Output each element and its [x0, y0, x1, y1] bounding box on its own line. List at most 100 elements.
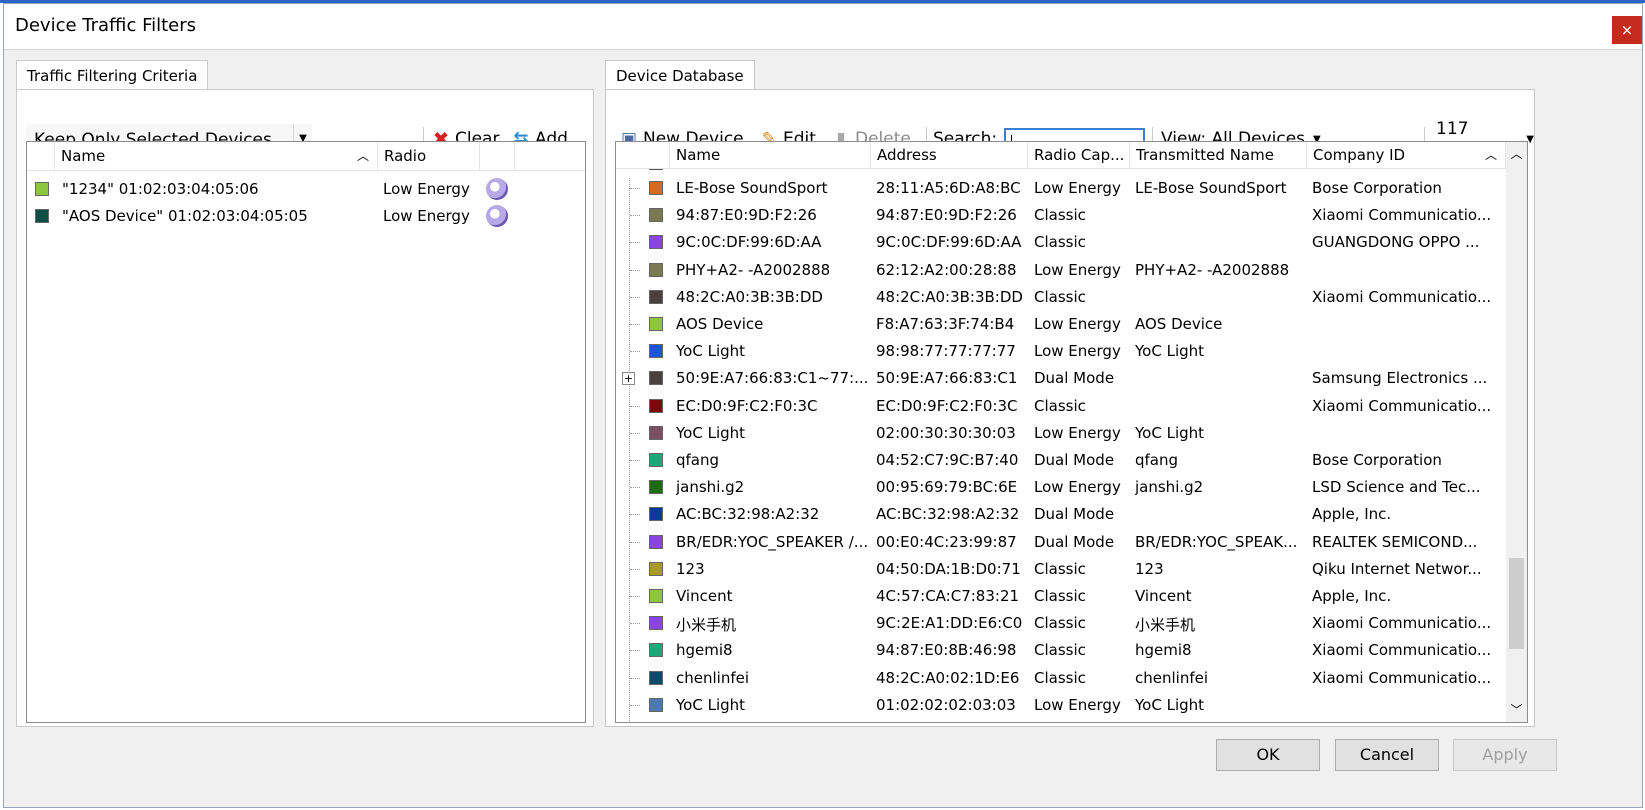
- tree-connector: [630, 324, 640, 325]
- column-header-radio-capability[interactable]: Radio Cap...: [1028, 142, 1130, 168]
- device-name: BR/EDR:YOC_SPEAKER /...: [676, 532, 868, 551]
- header-tree-col: [616, 142, 670, 168]
- table-row[interactable]: 94:87:E0:9D:F2:26 94:87:E0:9D:F2:26 Classi…: [616, 202, 1506, 229]
- device-address: 00:E0:4C:23:99:87: [876, 532, 1017, 551]
- device-name: 123: [676, 559, 705, 578]
- device-name: YoC Light: [676, 423, 746, 442]
- table-row[interactable]: hgemi8 94:87:E0:8B:46:98 Classic hgemi8 Xiao…: [616, 637, 1506, 664]
- table-row[interactable]: AOS Device F8:A7:63:3F:74:B4 Low Energy AOS…: [616, 311, 1506, 338]
- table-row[interactable]: 123 04:50:DA:1B:D0:71 Classic 123 Qiku Inter…: [616, 556, 1506, 583]
- table-row[interactable]: YoC Light 98:98:77:77:77:77 Low Energy YoC …: [616, 338, 1506, 365]
- color-swatch: [649, 507, 663, 522]
- table-row[interactable]: chenlinfei 48:2C:A0:02:1D:E6 Classic chenli…: [616, 665, 1506, 692]
- tree-connector: [630, 460, 640, 461]
- list-item[interactable]: "1234" 01:02:03:04:05:06 Low Energy: [27, 176, 585, 203]
- device-address: 04:52:C7:9C:B7:40: [876, 451, 1019, 469]
- column-header-transmitted-name[interactable]: Transmitted Name: [1130, 142, 1307, 168]
- column-header-radio[interactable]: Radio: [378, 142, 480, 170]
- tab-device-database[interactable]: Device Database: [605, 60, 755, 90]
- company-id: Xiaomi Communicatio...: [1312, 287, 1492, 306]
- tree-connector: [630, 296, 640, 298]
- table-row[interactable]: Vincent 4C:57:CA:C7:83:21 Classic Vincent Ap…: [616, 583, 1506, 610]
- ok-button[interactable]: OK: [1216, 739, 1320, 771]
- tree-connector: [630, 215, 640, 217]
- device-address: 94:87:E0:9D:F2:26: [876, 206, 1017, 225]
- filter-device-list[interactable]: Name ︿ Radio "1234" 01:02:03:04:05:06 Low…: [26, 141, 586, 723]
- company-id: Xiaomi Communicatio...: [1312, 641, 1492, 660]
- vertical-scrollbar[interactable]: ︿ ﹀: [1506, 142, 1527, 722]
- list-item[interactable]: "AOS Device" 01:02:03:04:05:05 Low Energy: [27, 203, 585, 230]
- table-row[interactable]: LE-Bose SoundSport 28:11:A5:6D:A8:BC Low E…: [616, 175, 1506, 202]
- tab-traffic-filtering-criteria[interactable]: Traffic Filtering Criteria: [16, 60, 209, 90]
- color-swatch: [649, 262, 663, 277]
- company-id: Samsung Electronics ...: [1312, 369, 1488, 388]
- scrollbar-thumb[interactable]: [1509, 558, 1524, 649]
- device-address: 00:95:69:79:BC:6E: [876, 478, 1018, 497]
- tree-connector: [630, 188, 640, 189]
- company-id: Xiaomi Communicatio...: [1312, 206, 1492, 225]
- device-name: PHY+A2- -A2002888: [676, 260, 831, 279]
- device-name: AC:BC:32:98:A2:32: [676, 505, 820, 524]
- color-swatch: [649, 616, 663, 631]
- table-row[interactable]: qfang 04:52:C7:9C:B7:40 Dual Mode qfang Bose…: [616, 447, 1506, 474]
- apply-button[interactable]: Apply: [1453, 739, 1557, 771]
- device-traffic-filters-dialog: Device Traffic Filters × Traffic Filteri…: [3, 3, 1643, 808]
- tree-connector: [630, 432, 640, 434]
- column-header-icon: [480, 142, 515, 170]
- scroll-up-arrow-icon[interactable]: ︿: [1506, 142, 1527, 166]
- table-row[interactable]: YoC Light 01:02:02:02:03:03 Low Energy YoC …: [616, 692, 1506, 719]
- device-address: 04:50:DA:1B:D0:71: [876, 559, 1021, 578]
- transmitted-name: Vincent: [1135, 587, 1192, 605]
- table-row[interactable]: EC:D0:9F:C2:F0:3C EC:D0:9F:C2:F0:3C Classi…: [616, 393, 1506, 420]
- cancel-button[interactable]: Cancel: [1335, 739, 1439, 771]
- device-name: chenlinfei: [676, 668, 750, 687]
- company-id: Apple, Inc.: [1312, 587, 1392, 605]
- company-id: REALTEK SEMICOND...: [1312, 532, 1478, 551]
- column-header-address[interactable]: Address: [871, 142, 1028, 168]
- device-name: AOS Device: [676, 315, 764, 333]
- expand-plus-icon[interactable]: +: [622, 372, 635, 386]
- tree-connector: [630, 405, 640, 407]
- company-id: Bose Corporation: [1312, 451, 1442, 469]
- scroll-down-arrow-icon[interactable]: ﹀: [1506, 698, 1527, 722]
- close-button[interactable]: ×: [1612, 16, 1642, 44]
- device-name: janshi.g2: [676, 478, 745, 497]
- table-row[interactable]: AC:BC:32:98:A2:32 AC:BC:32:98:A2:32 Dual M…: [616, 501, 1506, 528]
- table-row[interactable]: +50:9E:A7:66:83:C1~77:... 50:9E:A7:66:83:…: [616, 365, 1506, 392]
- transmitted-name: YoC Light: [1135, 695, 1205, 714]
- radio-capability: Low Energy: [1034, 315, 1121, 333]
- table-row[interactable]: 小米手机 9C:2E:A1:DD:E6:C0 Classic 小米手机 Xiaomi C…: [616, 610, 1506, 637]
- tree-connector: [630, 514, 640, 516]
- bluetooth-radio-icon: [486, 205, 508, 227]
- column-header-company-id[interactable]: Company ID ︿: [1307, 142, 1506, 168]
- transmitted-name: YoC Light: [1135, 342, 1205, 361]
- tree-connector: [630, 242, 640, 244]
- device-database-list[interactable]: Name Address Radio Cap... Transmitted Na…: [615, 141, 1528, 723]
- table-row[interactable]: BR/EDR:YOC_SPEAKER /... 00:E0:4C:23:99:87…: [616, 529, 1506, 556]
- transmitted-name: qfang: [1135, 451, 1179, 469]
- column-header-name[interactable]: Name ︿: [55, 142, 378, 170]
- table-row[interactable]: YoC Light 02:00:30:30:30:03 Low Energy YoC …: [616, 420, 1506, 447]
- device-name: qfang: [676, 451, 720, 469]
- radio-capability: Classic: [1034, 396, 1086, 415]
- color-swatch: [649, 371, 663, 386]
- table-row[interactable]: 9C:0C:DF:99:6D:AA 9C:0C:DF:99:6D:AA Classi…: [616, 229, 1506, 256]
- company-id: Bose Corporation: [1312, 179, 1442, 197]
- device-name: 94:87:E0:9D:F2:26: [676, 206, 817, 225]
- transmitted-name: LE-Bose SoundSport: [1135, 179, 1287, 197]
- radio-type: Low Energy: [383, 180, 470, 198]
- table-row[interactable]: 48:2C:A0:3B:3B:DD 48:2C:A0:3B:3B:DD Classi…: [616, 284, 1506, 311]
- device-name: Vincent: [676, 587, 733, 605]
- color-swatch: [649, 643, 663, 658]
- dialog-title: Device Traffic Filters: [15, 15, 197, 36]
- device-address: 48:2C:A0:3B:3B:DD: [876, 287, 1023, 306]
- table-row[interactable]: janshi.g2 00:95:69:79:BC:6E Low Energy jans…: [616, 474, 1506, 501]
- column-header-name[interactable]: Name: [670, 142, 871, 168]
- color-swatch: [649, 425, 663, 440]
- radio-type: Low Energy: [383, 207, 470, 225]
- device-name: "AOS Device" 01:02:03:04:05:05: [62, 207, 308, 225]
- radio-capability: Classic: [1034, 668, 1086, 687]
- table-row[interactable]: PHY+A2- -A2002888 62:12:A2:00:28:88 Low En…: [616, 257, 1506, 284]
- radio-capability: Low Energy: [1034, 260, 1121, 279]
- traffic-filtering-panel: Keep Only Selected Devices ▼ ✖ Clear ⇆ A…: [16, 89, 594, 727]
